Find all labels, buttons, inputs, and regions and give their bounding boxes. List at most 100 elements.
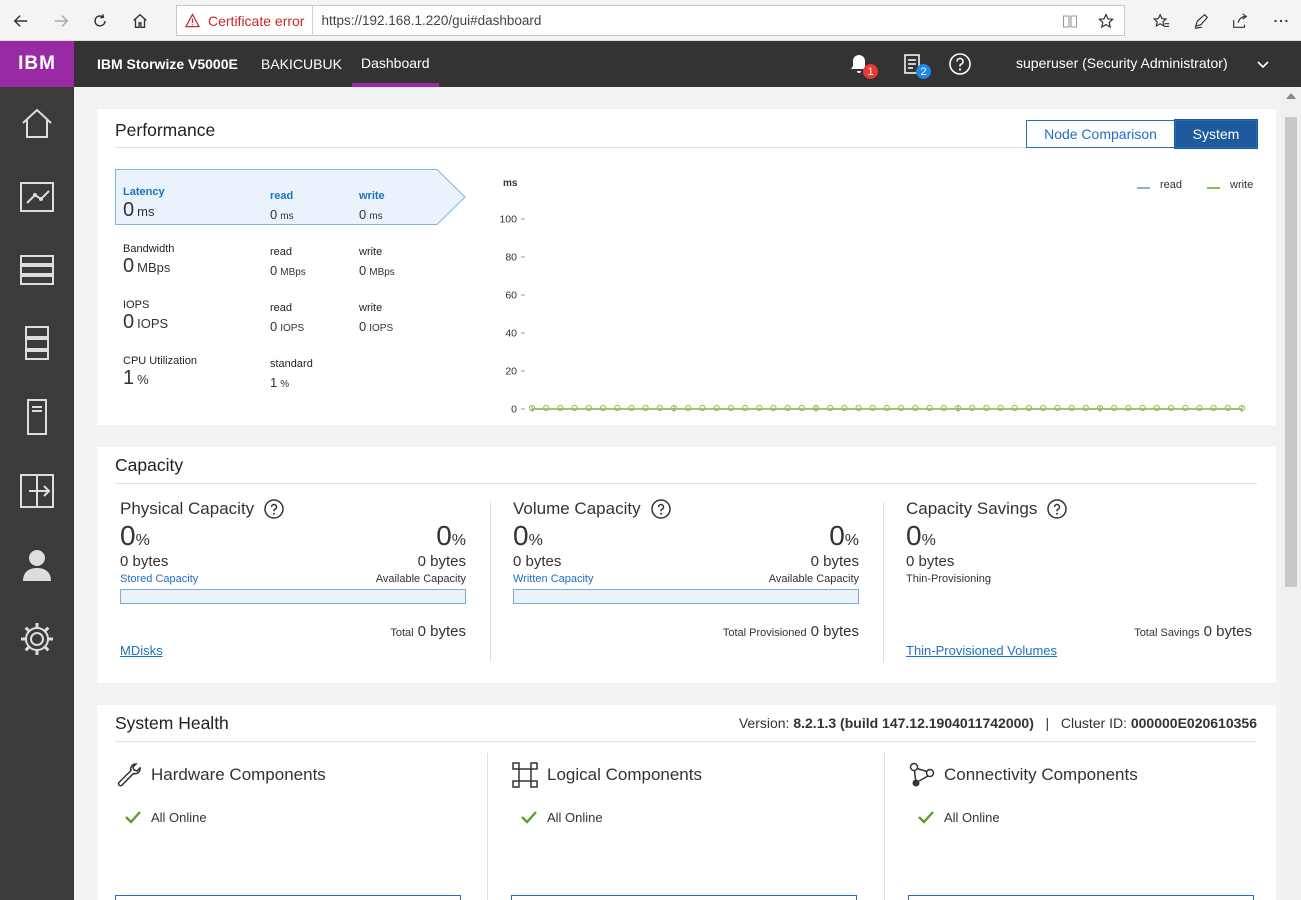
reading-view-icon[interactable] (1052, 13, 1088, 29)
metric-value: 1% (123, 367, 149, 389)
help-icon[interactable] (650, 499, 671, 519)
series-point-write (1025, 404, 1033, 412)
series-point-write (571, 404, 578, 412)
notifications-button[interactable]: 1 (844, 49, 878, 79)
hosts-icon (27, 399, 47, 435)
back-icon[interactable] (8, 8, 34, 34)
metric-label: CPU Utilization (123, 355, 197, 367)
hardware-components[interactable]: Hardware Components All Online (115, 761, 461, 900)
stored-pct: 0% (120, 520, 150, 551)
tasks-button[interactable]: 2 (897, 49, 931, 79)
favorites-icon[interactable] (1148, 8, 1174, 34)
y-tick-label: 20 (505, 366, 517, 378)
access-icon (23, 550, 51, 581)
available-capacity-label: Available Capacity (768, 573, 859, 585)
sidebar-item-home[interactable] (14, 100, 60, 146)
mdisks-link[interactable]: MDisks (120, 643, 163, 658)
settings-icon (21, 623, 53, 655)
available-bytes: 0 bytes (417, 553, 466, 570)
sidebar-item-pools[interactable] (14, 247, 60, 293)
sidebar-item-copy-services[interactable] (14, 468, 60, 514)
user-menu[interactable]: superuser (Security Administrator) (1016, 55, 1228, 71)
scrollbar[interactable] (1281, 87, 1301, 900)
series-point-write (727, 404, 734, 412)
x-tick-label: 3min (805, 418, 828, 419)
volume-capacity-bar (513, 589, 859, 604)
sidebar-item-monitoring[interactable] (14, 174, 60, 220)
browser-toolbar: Certificate error https://192.168.1.220/… (0, 0, 1301, 41)
help-icon[interactable] (1047, 499, 1068, 519)
share-icon[interactable] (1227, 8, 1253, 34)
available-bytes: 0 bytes (810, 553, 859, 570)
forward-icon[interactable] (48, 8, 74, 34)
logical-components-tile[interactable] (511, 895, 857, 900)
logical-components[interactable]: Logical Components All Online (511, 761, 857, 900)
physical-capacity-bar (120, 589, 466, 604)
sidebar-item-volumes[interactable] (14, 320, 60, 366)
sidebar-item-settings[interactable] (14, 616, 60, 662)
scroll-up-icon[interactable] (1286, 93, 1296, 99)
series-point-write (685, 404, 692, 412)
tab-dashboard[interactable]: Dashboard (352, 41, 439, 87)
legend-label-read: read (1160, 179, 1182, 191)
checkmark-icon (521, 811, 537, 824)
scrollbar-thumb[interactable] (1285, 117, 1297, 587)
monitoring-icon (20, 182, 54, 212)
divider (490, 502, 491, 662)
connectivity-components-tile[interactable] (908, 895, 1254, 900)
write-label: write (359, 246, 383, 258)
series-point-write (1111, 404, 1118, 412)
series-point-write (827, 404, 834, 412)
series-point-write (841, 404, 848, 412)
savings-pct: 0% (906, 520, 936, 551)
x-tick-label: 1min (1089, 418, 1112, 419)
product-name: IBM Storwize V5000E (97, 56, 238, 72)
sidebar-item-hosts[interactable] (14, 394, 60, 440)
metric-value: 0 MBps (123, 255, 171, 277)
y-tick-label: 60 (505, 290, 517, 302)
ibm-logo[interactable]: IBM (0, 41, 74, 87)
refresh-icon[interactable] (87, 8, 113, 34)
series-point-write (898, 404, 905, 412)
home-browser-icon[interactable] (127, 8, 153, 34)
node-comparison-button[interactable]: Node Comparison (1026, 120, 1175, 148)
available-pct: 0% (829, 520, 859, 551)
help-button[interactable] (945, 49, 975, 79)
connectivity-components[interactable]: Connectivity Components All Online (908, 761, 1254, 900)
series-point-write (585, 404, 592, 412)
url-text[interactable]: https://192.168.1.220/gui#dashboard (313, 13, 1052, 28)
savings-bytes: 0 bytes (906, 553, 955, 570)
volume-capacity: Volume Capacity 0% 0 bytes Written Capac… (513, 497, 859, 667)
chevron-down-icon[interactable] (1256, 57, 1270, 71)
favorite-star-icon[interactable] (1088, 12, 1124, 29)
series-point-write (642, 404, 649, 412)
write-value: 0 ms (359, 207, 383, 222)
write-label: write (359, 190, 385, 202)
available-capacity-label: Available Capacity (375, 573, 466, 585)
app-header: IBM IBM Storwize V5000E BAKICUBUK Dashbo… (0, 41, 1301, 87)
sidebar-item-access[interactable] (14, 542, 60, 588)
volume-total: Total Provisioned 0 bytes (722, 623, 859, 640)
divider (487, 753, 488, 900)
series-point-write (784, 404, 791, 412)
divider (883, 502, 884, 662)
version-info: Version: 8.2.1.3 (build 147.12.190401174… (738, 715, 1257, 731)
metric-value: 0 IOPS (123, 311, 169, 333)
home-icon (22, 108, 52, 138)
series-point-write (770, 404, 777, 412)
series-point-write (741, 404, 749, 412)
stored-bytes: 0 bytes (120, 553, 169, 570)
hardware-components-tile[interactable] (115, 895, 461, 900)
pen-icon[interactable] (1188, 8, 1214, 34)
more-icon[interactable] (1268, 8, 1294, 34)
certificate-error[interactable]: Certificate error (177, 6, 314, 35)
standard-value: 1% (270, 375, 290, 390)
help-icon (949, 53, 971, 75)
thin-provisioned-volumes-link[interactable]: Thin-Provisioned Volumes (906, 643, 1057, 658)
series-point-write (1196, 404, 1203, 412)
system-button[interactable]: System (1174, 119, 1258, 149)
help-icon[interactable] (264, 499, 284, 519)
x-tick-label: 5min (521, 418, 544, 419)
series-point-write (1125, 404, 1132, 412)
address-bar[interactable]: Certificate error https://192.168.1.220/… (176, 5, 1125, 36)
